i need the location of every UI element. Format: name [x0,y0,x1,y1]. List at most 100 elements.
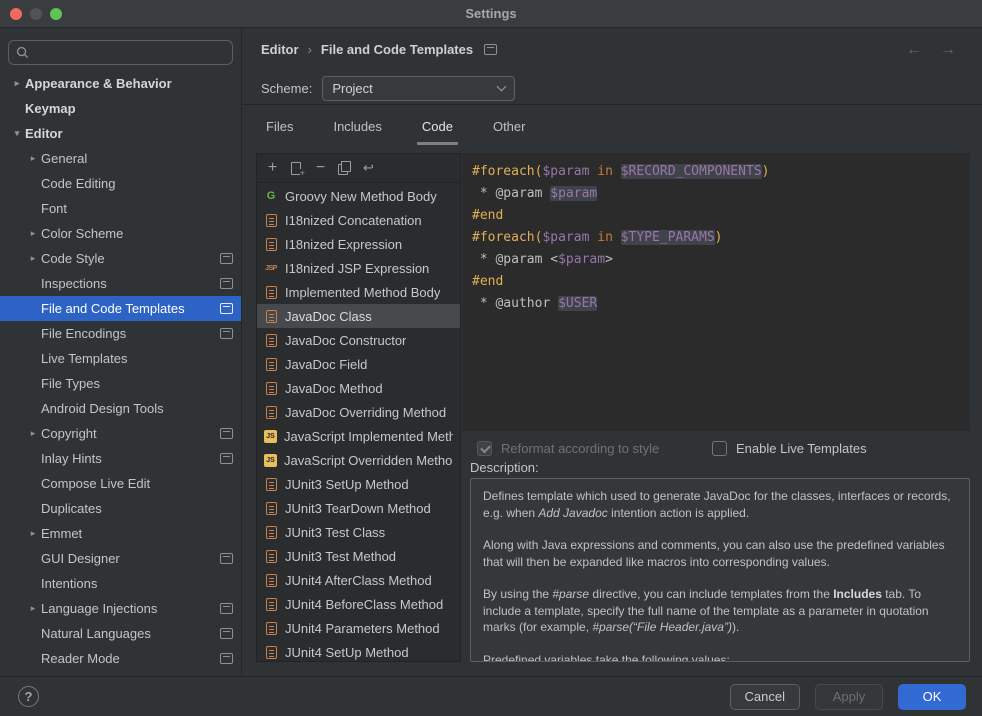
tab-code[interactable]: Code [417,117,458,145]
tab-other[interactable]: Other [488,117,531,145]
template-item-label: I18nized JSP Expression [285,261,429,276]
description-text: ). [732,620,739,634]
description-text: directive, you can include templates fro… [589,587,833,601]
template-item-junit3-test-method[interactable]: JUnit3 Test Method [257,544,460,568]
chevron-right-icon[interactable]: ▸ [9,78,25,89]
tab-files[interactable]: Files [261,117,298,145]
template-item-label: JUnit3 Test Class [285,525,385,540]
template-item-junit4-setup-method[interactable]: JUnit4 SetUp Method [257,640,460,661]
template-editor[interactable]: #foreach($param in $RECORD_COMPONENTS) *… [462,153,970,431]
sidebar-item-android-design-tools[interactable]: Android Design Tools [0,396,241,421]
sidebar-item-gui-designer[interactable]: GUI Designer [0,546,241,571]
breadcrumb-editor[interactable]: Editor [261,42,299,57]
chevron-right-icon[interactable]: ▸ [25,528,41,539]
back-icon[interactable]: ← [906,41,922,59]
description-paragraph: Along with Java expressions and comments… [483,537,957,570]
sidebar-item-keymap[interactable]: Keymap [0,96,241,121]
chevron-right-icon[interactable]: ▸ [25,253,41,264]
sidebar-item-file-types[interactable]: File Types [0,371,241,396]
sidebar-item-general[interactable]: ▸General [0,146,241,171]
sidebar-item-reader-mode[interactable]: Reader Mode [0,646,241,671]
template-item-groovy-new-method-body[interactable]: GGroovy New Method Body [257,184,460,208]
template-item-junit4-afterclass-method[interactable]: JUnit4 AfterClass Method [257,568,460,592]
sidebar-item-live-templates[interactable]: Live Templates [0,346,241,371]
template-item-javascript-overridden-method[interactable]: JS JavaScript Overridden Method [257,448,460,472]
sidebar-item-code-style[interactable]: ▸Code Style [0,246,241,271]
sidebar-item-inlay-hints[interactable]: Inlay Hints [0,446,241,471]
sidebar-item-language-injections[interactable]: ▸Language Injections [0,596,241,621]
code-line: * @author $USER [472,293,970,315]
cancel-button[interactable]: Cancel [730,684,800,710]
remove-template-icon[interactable] [312,160,329,177]
chevron-down-icon[interactable]: ▾ [9,128,25,139]
template-item-i18nized-jsp-expression[interactable]: JSPI18nized JSP Expression [257,256,460,280]
description-text: Add Javadoc [538,506,607,520]
create-child-template-icon[interactable] [288,160,305,177]
template-file-icon [266,550,277,563]
code-token: $RECORD_COMPONENTS [621,164,762,179]
template-item-i18nized-concatenation[interactable]: I18nized Concatenation [257,208,460,232]
template-item-label: JavaDoc Constructor [285,333,406,348]
sidebar-item-code-editing[interactable]: Code Editing [0,171,241,196]
scheme-dropdown[interactable]: Project [322,76,515,101]
sidebar-item-file-and-code-templates[interactable]: File and Code Templates [0,296,241,321]
code-token: * @param < [472,252,558,267]
settings-search[interactable] [8,40,233,65]
template-item-junit3-test-class[interactable]: JUnit3 Test Class [257,520,460,544]
sidebar-item-label: Code Style [41,251,214,266]
tab-includes[interactable]: Includes [328,117,386,145]
sidebar-item-compose-live-edit[interactable]: Compose Live Edit [0,471,241,496]
template-item-label: Groovy New Method Body [285,189,437,204]
sidebar-item-editor[interactable]: ▾Editor [0,121,241,146]
sidebar-item-label: Appearance & Behavior [25,76,233,91]
template-item-javascript-implemented-method[interactable]: JSJavaScript Implemented Method [257,424,460,448]
template-item-javadoc-constructor[interactable]: JavaDoc Constructor [257,328,460,352]
template-item-i18nized-expression[interactable]: I18nized Expression [257,232,460,256]
template-file-icon [266,646,277,659]
code-token: $param [542,230,589,245]
search-input[interactable] [34,45,225,60]
sidebar-item-color-scheme[interactable]: ▸Color Scheme [0,221,241,246]
chevron-right-icon[interactable]: ▸ [25,228,41,239]
template-file-icon [266,334,277,347]
chevron-right-icon[interactable]: ▸ [25,428,41,439]
template-item-junit3-setup-method[interactable]: JUnit3 SetUp Method [257,472,460,496]
template-item-javadoc-class[interactable]: JavaDoc Class [257,304,460,328]
template-item-junit4-beforeclass-method[interactable]: JUnit4 BeforeClass Method [257,592,460,616]
template-item-label: JavaScript Overridden Method [284,453,453,468]
add-template-icon[interactable] [264,160,281,177]
sidebar-item-appearance-behavior[interactable]: ▸Appearance & Behavior [0,71,241,96]
template-item-junit4-parameters-method[interactable]: JUnit4 Parameters Method [257,616,460,640]
template-item-javadoc-field[interactable]: JavaDoc Field [257,352,460,376]
sidebar-item-file-encodings[interactable]: File Encodings [0,321,241,346]
reset-templates-icon[interactable] [360,160,377,177]
apply-button[interactable]: Apply [815,684,883,710]
sidebar-item-intentions[interactable]: Intentions [0,571,241,596]
template-item-javadoc-method[interactable]: JavaDoc Method [257,376,460,400]
template-toolbar [257,154,460,183]
template-item-implemented-method-body[interactable]: Implemented Method Body [257,280,460,304]
template-item-javadoc-overriding-method[interactable]: JavaDoc Overriding Method [257,400,460,424]
template-file-icon [266,310,277,323]
settings-tree: ▸Appearance & BehaviorKeymap▾Editor▸Gene… [0,71,241,671]
forward-icon[interactable]: → [940,41,956,59]
chevron-right-icon[interactable]: ▸ [25,153,41,164]
sidebar-item-emmet[interactable]: ▸Emmet [0,521,241,546]
copy-template-icon[interactable] [336,160,353,177]
scheme-value: Project [332,81,498,96]
sidebar-item-duplicates[interactable]: Duplicates [0,496,241,521]
sidebar-item-natural-languages[interactable]: Natural Languages [0,621,241,646]
enable-live-templates-checkbox[interactable] [712,441,727,456]
code-line: #end [472,205,970,227]
help-button[interactable]: ? [18,686,39,707]
sidebar-item-font[interactable]: Font [0,196,241,221]
ok-button[interactable]: OK [898,684,966,710]
template-item-junit3-teardown-method[interactable]: JUnit3 TearDown Method [257,496,460,520]
code-token: $param [542,164,589,179]
reformat-checkbox[interactable] [477,441,492,456]
chevron-right-icon[interactable]: ▸ [25,603,41,614]
sidebar-item-inspections[interactable]: Inspections [0,271,241,296]
code-token: #foreach( [472,164,542,179]
js-file-icon: JS [264,454,277,467]
sidebar-item-copyright[interactable]: ▸Copyright [0,421,241,446]
